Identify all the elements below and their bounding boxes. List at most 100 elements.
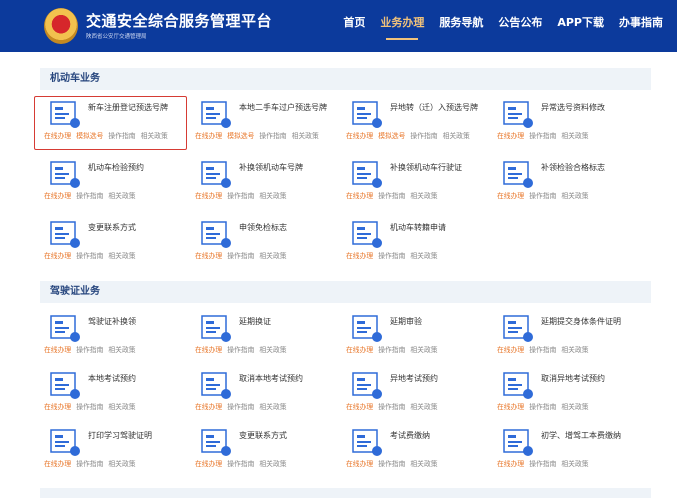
link-模拟选号[interactable]: 模拟选号 bbox=[227, 132, 254, 140]
link-操作指南[interactable]: 操作指南 bbox=[378, 460, 405, 468]
service-title[interactable]: 考试费缴纳 bbox=[390, 430, 490, 442]
link-在线办理[interactable]: 在线办理 bbox=[346, 252, 373, 260]
link-操作指南[interactable]: 操作指南 bbox=[76, 346, 103, 354]
link-相关政策[interactable]: 相关政策 bbox=[259, 346, 286, 354]
link-操作指南[interactable]: 操作指南 bbox=[378, 192, 405, 200]
service-item[interactable]: 变更联系方式 在线办理 操作指南 相关政策 bbox=[195, 424, 346, 481]
service-item[interactable]: 异常选号资料修改在线办理 操作指南 相关政策 bbox=[497, 96, 648, 156]
link-操作指南[interactable]: 操作指南 bbox=[529, 403, 556, 411]
service-item[interactable]: 驾驶证补换领 在线办理 操作指南 相关政策 bbox=[44, 310, 195, 367]
nav-item-4[interactable]: APP下载 bbox=[557, 14, 604, 40]
link-相关政策[interactable]: 相关政策 bbox=[259, 403, 286, 411]
link-操作指南[interactable]: 操作指南 bbox=[227, 460, 254, 468]
link-在线办理[interactable]: 在线办理 bbox=[195, 192, 222, 200]
service-title[interactable]: 变更联系方式 bbox=[239, 430, 339, 442]
link-在线办理[interactable]: 在线办理 bbox=[195, 132, 222, 140]
service-item[interactable]: 补换领机动车行驶证在线办理 操作指南 相关政策 bbox=[346, 156, 497, 216]
service-item[interactable]: 延期提交身体条件证明 在线办理 操作指南 相关政策 bbox=[497, 310, 648, 367]
link-在线办理[interactable]: 在线办理 bbox=[346, 346, 373, 354]
service-title[interactable]: 打印学习驾驶证明 bbox=[88, 430, 188, 442]
link-操作指南[interactable]: 操作指南 bbox=[378, 403, 405, 411]
service-title[interactable]: 初学、增驾工本费缴纳 bbox=[541, 430, 641, 442]
link-相关政策[interactable]: 相关政策 bbox=[561, 403, 588, 411]
nav-item-3[interactable]: 公告公布 bbox=[498, 14, 542, 40]
service-item[interactable]: 补领检验合格标志在线办理 操作指南 相关政策 bbox=[497, 156, 648, 216]
service-item[interactable]: 异地考试预约 在线办理 操作指南 相关政策 bbox=[346, 367, 497, 424]
service-title[interactable]: 取消本地考试预约 bbox=[239, 373, 339, 385]
service-item[interactable]: 本地考试预约 在线办理 操作指南 相关政策 bbox=[44, 367, 195, 424]
link-在线办理[interactable]: 在线办理 bbox=[346, 132, 373, 140]
link-在线办理[interactable]: 在线办理 bbox=[44, 460, 71, 468]
service-item[interactable]: 延期换证在线办理 操作指南 相关政策 bbox=[195, 310, 346, 367]
service-title[interactable]: 机动车转籍申请 bbox=[390, 222, 490, 234]
service-item[interactable]: 机动车转籍申请 在线办理 操作指南 相关政策 bbox=[346, 216, 497, 276]
link-相关政策[interactable]: 相关政策 bbox=[108, 192, 135, 200]
link-在线办理[interactable]: 在线办理 bbox=[44, 346, 71, 354]
link-在线办理[interactable]: 在线办理 bbox=[346, 192, 373, 200]
link-相关政策[interactable]: 相关政策 bbox=[443, 132, 470, 140]
link-操作指南[interactable]: 操作指南 bbox=[76, 252, 103, 260]
service-item[interactable]: 异地转（迁）入预选号牌 在线办理 模拟选号 操作指南 相关政策 bbox=[346, 96, 497, 156]
service-title[interactable]: 变更联系方式 bbox=[88, 222, 188, 234]
link-操作指南[interactable]: 操作指南 bbox=[529, 460, 556, 468]
service-title[interactable]: 异地转（迁）入预选号牌 bbox=[390, 102, 490, 114]
service-title[interactable]: 延期换证 bbox=[239, 316, 339, 328]
link-操作指南[interactable]: 操作指南 bbox=[227, 346, 254, 354]
service-title[interactable]: 异常选号资料修改 bbox=[541, 102, 641, 114]
service-item[interactable]: 申领免检标志 在线办理 操作指南 相关政策 bbox=[195, 216, 346, 276]
link-操作指南[interactable]: 操作指南 bbox=[529, 132, 556, 140]
link-相关政策[interactable]: 相关政策 bbox=[561, 346, 588, 354]
service-title[interactable]: 补换领机动车号牌 bbox=[239, 162, 339, 174]
link-在线办理[interactable]: 在线办理 bbox=[497, 403, 524, 411]
link-操作指南[interactable]: 操作指南 bbox=[378, 346, 405, 354]
link-在线办理[interactable]: 在线办理 bbox=[44, 192, 71, 200]
link-相关政策[interactable]: 相关政策 bbox=[108, 346, 135, 354]
nav-item-5[interactable]: 办事指南 bbox=[619, 14, 663, 40]
link-相关政策[interactable]: 相关政策 bbox=[561, 132, 588, 140]
link-在线办理[interactable]: 在线办理 bbox=[497, 346, 524, 354]
link-相关政策[interactable]: 相关政策 bbox=[561, 192, 588, 200]
link-相关政策[interactable]: 相关政策 bbox=[410, 192, 437, 200]
service-title[interactable]: 本地二手车过户预选号牌 bbox=[239, 102, 339, 114]
link-相关政策[interactable]: 相关政策 bbox=[259, 192, 286, 200]
service-item[interactable]: 延期审验在线办理 操作指南 相关政策 bbox=[346, 310, 497, 367]
link-在线办理[interactable]: 在线办理 bbox=[195, 403, 222, 411]
link-相关政策[interactable]: 相关政策 bbox=[410, 346, 437, 354]
service-item[interactable]: 本地二手车过户预选号牌在线办理 模拟选号 操作指南 相关政策 bbox=[195, 96, 346, 156]
service-item[interactable]: 初学、增驾工本费缴纳 在线办理 操作指南 相关政策 bbox=[497, 424, 648, 481]
link-操作指南[interactable]: 操作指南 bbox=[76, 403, 103, 411]
service-title[interactable]: 补换领机动车行驶证 bbox=[390, 162, 490, 174]
link-相关政策[interactable]: 相关政策 bbox=[292, 132, 319, 140]
link-操作指南[interactable]: 操作指南 bbox=[259, 132, 286, 140]
service-item[interactable]: 考试费缴纳在线办理 操作指南 相关政策 bbox=[346, 424, 497, 481]
service-title[interactable]: 申领免检标志 bbox=[239, 222, 339, 234]
service-title[interactable]: 延期审验 bbox=[390, 316, 490, 328]
link-相关政策[interactable]: 相关政策 bbox=[108, 460, 135, 468]
service-title[interactable]: 补领检验合格标志 bbox=[541, 162, 641, 174]
link-在线办理[interactable]: 在线办理 bbox=[497, 132, 524, 140]
service-item[interactable]: 变更联系方式 在线办理 操作指南 相关政策 bbox=[44, 216, 195, 276]
link-操作指南[interactable]: 操作指南 bbox=[76, 192, 103, 200]
link-操作指南[interactable]: 操作指南 bbox=[227, 192, 254, 200]
service-item[interactable]: 补换领机动车号牌在线办理 操作指南 相关政策 bbox=[195, 156, 346, 216]
link-在线办理[interactable]: 在线办理 bbox=[195, 346, 222, 354]
link-在线办理[interactable]: 在线办理 bbox=[346, 460, 373, 468]
service-item[interactable]: 取消本地考试预约 在线办理 操作指南 相关政策 bbox=[195, 367, 346, 424]
link-相关政策[interactable]: 相关政策 bbox=[410, 460, 437, 468]
link-在线办理[interactable]: 在线办理 bbox=[44, 252, 71, 260]
link-操作指南[interactable]: 操作指南 bbox=[529, 192, 556, 200]
service-title[interactable]: 延期提交身体条件证明 bbox=[541, 316, 641, 328]
link-相关政策[interactable]: 相关政策 bbox=[108, 403, 135, 411]
link-相关政策[interactable]: 相关政策 bbox=[410, 403, 437, 411]
link-操作指南[interactable]: 操作指南 bbox=[378, 252, 405, 260]
service-item[interactable]: 取消异地考试预约在线办理 操作指南 相关政策 bbox=[497, 367, 648, 424]
link-在线办理[interactable]: 在线办理 bbox=[497, 192, 524, 200]
link-相关政策[interactable]: 相关政策 bbox=[259, 460, 286, 468]
service-item[interactable]: 打印学习驾驶证明 在线办理 操作指南 相关政策 bbox=[44, 424, 195, 481]
nav-item-2[interactable]: 服务导航 bbox=[439, 14, 483, 40]
service-title[interactable]: 机动车检验预约 bbox=[88, 162, 188, 174]
link-操作指南[interactable]: 操作指南 bbox=[227, 252, 254, 260]
service-title[interactable]: 异地考试预约 bbox=[390, 373, 490, 385]
link-在线办理[interactable]: 在线办理 bbox=[44, 403, 71, 411]
service-title[interactable]: 取消异地考试预约 bbox=[541, 373, 641, 385]
